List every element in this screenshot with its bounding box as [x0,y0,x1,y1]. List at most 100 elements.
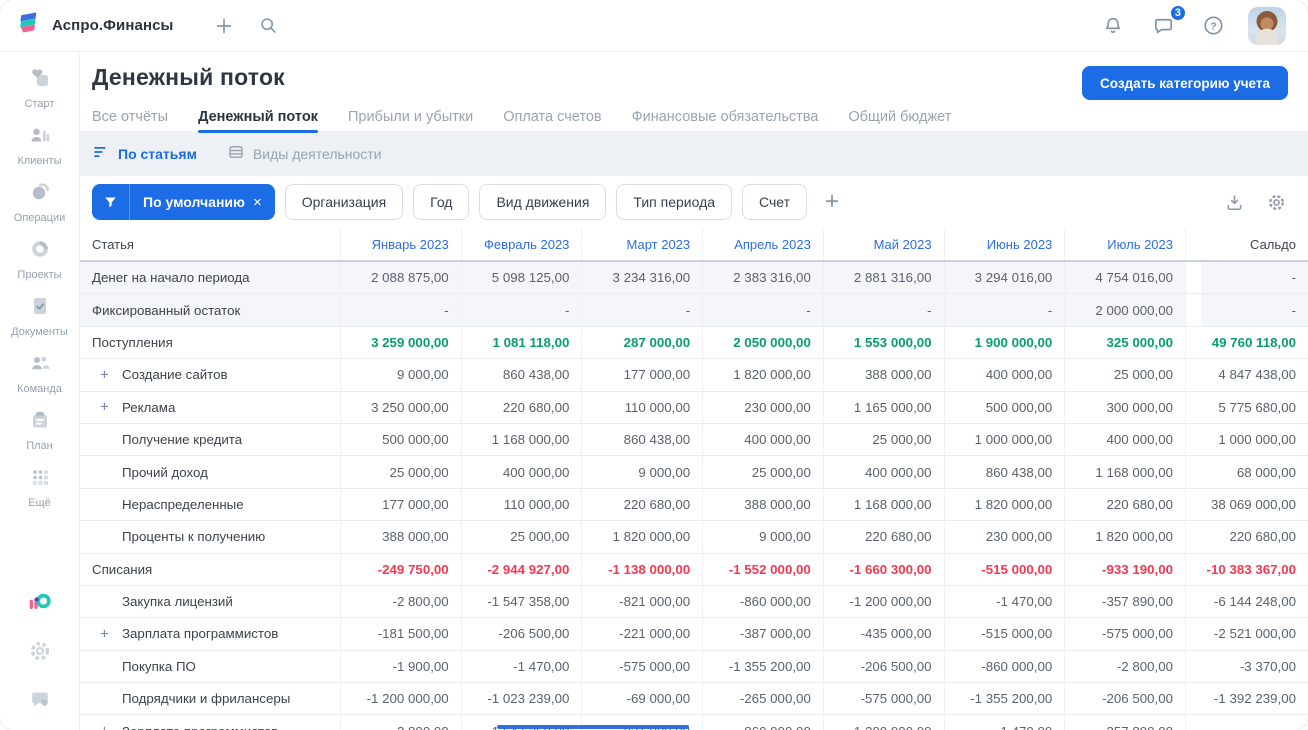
table-row[interactable]: + Создание сайтов 9 000,00 860 438,00 177 00… [80,359,1308,392]
value-cell: 1 900 000,00 [943,326,1065,359]
table-row[interactable]: + Реклама 3 250 000,00 220 680,00 110 000,00… [80,391,1308,424]
help-icon[interactable]: ? [1198,11,1228,41]
view-mode-1[interactable]: По статьям [92,143,197,164]
table-row[interactable]: + Зарплата программистов -181 500,00 -206 5… [80,618,1308,651]
table-row[interactable]: Фиксированный остаток - - - - - -2 000 000,00- [80,294,1308,327]
add-icon[interactable] [209,11,239,41]
settings-gear-icon[interactable] [27,638,53,664]
feedback-chat-icon[interactable] [27,686,53,712]
table-row[interactable]: Денег на начало периода 2 088 875,00 5 098… [80,262,1308,295]
expand-plus-icon[interactable]: + [100,367,109,382]
tab-6[interactable]: Общий бюджет [848,109,951,133]
filter-chip-4[interactable]: Тип периода [616,184,733,220]
column-header-1[interactable]: Январь 2023 [340,228,461,260]
table-settings-gear-icon[interactable] [1264,190,1288,214]
value-cell: 388 000,00 [702,488,823,521]
value-cell: -1 392 239,00 [1185,683,1308,715]
avatar[interactable] [1248,6,1286,45]
sidebar-item-6[interactable]: Команда [4,351,76,395]
value-cell: 1 553 000,00 [822,326,944,359]
value-cell: -2 800,00 [1064,650,1185,683]
table-row[interactable]: Прочий доход 25 000,00 400 000,00 9 000,00 2… [80,456,1308,489]
column-header-7[interactable]: Июль 2023 [1064,228,1185,260]
value-cell: - [460,294,582,326]
tab-4[interactable]: Оплата счетов [503,109,601,133]
value-cell: -1 470,00 [460,650,582,683]
tab-1[interactable]: Все отчёты [92,109,168,133]
sidebar-item-1[interactable]: Старт [4,66,76,110]
table-row[interactable]: Подрядчики и фрилансеры -1 200 000,00 -1 0… [80,683,1308,716]
filter-chip-3[interactable]: Вид движения [479,184,607,220]
sidebar-item-3[interactable]: Операции [4,180,76,224]
value-cell: 230 000,00 [943,521,1065,553]
value-cell: -221 000,00 [581,618,702,650]
default-filter-chip[interactable]: По умолчанию × [92,184,275,220]
value-cell: -1 138 000,00 [581,553,702,585]
column-header-5[interactable]: Май 2023 [822,228,944,260]
value-cell: 2 881 316,00 [822,262,944,294]
sidebar-item-7[interactable]: План [4,408,76,452]
value-cell: -860 000,00 [943,650,1065,683]
sidebar-item-label: Ещё [28,497,51,509]
row-label: Поступления [92,334,173,350]
value-cell: -3 370,00 [1185,650,1308,683]
table-row[interactable]: Закупка лицензий -2 800,00 -1 547 358,00 -8… [80,585,1308,619]
messages-chat-icon[interactable]: 3 [1148,3,1187,41]
value-cell: 3 234 316,00 [581,262,702,294]
notifications-bell-icon[interactable] [1098,11,1128,41]
value-cell: 38 069 000,00 [1185,488,1308,521]
column-header-2[interactable]: Февраль 2023 [460,228,582,260]
sidebar-item-5[interactable]: Документы [4,294,76,338]
value-cell: 3 250 000,00 [340,391,461,423]
sidebar-item-4[interactable]: Проекты [4,237,76,281]
table-row[interactable]: Нераспределенные 177 000,00 110 000,00 220 … [80,488,1308,522]
filter-chip-5[interactable]: Счет [742,184,808,220]
table-row[interactable]: Поступления 3 259 000,00 1 081 118,00 287 0… [80,326,1308,360]
view-mode-2[interactable]: Виды деятельности [227,143,382,164]
tab-3[interactable]: Прибыли и убытки [348,109,473,133]
table-row[interactable]: Получение кредита 500 000,00 1 168 000,00 8… [80,423,1308,457]
table-row[interactable]: Списания -249 750,00 -2 944 927,00 -1 138 0… [80,553,1308,586]
column-header-6[interactable]: Июнь 2023 [943,228,1065,260]
value-cell: 400 000,00 [460,456,582,488]
sidebar-item-2[interactable]: Клиенты [4,123,76,167]
filter-chip-1[interactable]: Организация [284,184,404,220]
value-cell: -515 000,00 [943,618,1065,650]
table-row[interactable]: +Зарплата программистов-2 800,00-1 547 3… [80,715,1308,730]
create-category-button[interactable]: Создать категорию учета [1082,66,1288,100]
value-cell: -206 500,00 [460,618,582,650]
value-cell: -2 800,00 [340,585,461,618]
filter-chip-2[interactable]: Год [413,184,470,220]
tab-2[interactable]: Денежный поток [198,109,318,133]
value-cell: 860 438,00 [581,423,702,456]
clear-filter-icon[interactable]: × [253,194,275,211]
value-cell: 2 088 875,00 [340,262,461,294]
download-icon[interactable] [1222,190,1246,214]
value-cell: 388 000,00 [340,521,461,553]
sidebar-item-8[interactable]: Ещё [4,465,76,509]
add-filter-icon[interactable]: + [821,190,843,214]
value-cell: -249 750,00 [340,553,461,585]
table-row[interactable]: Покупка ПО -1 900,00 -1 470,00 -575 000,00-… [80,650,1308,684]
column-header-8[interactable]: Сальдо [1185,228,1308,260]
value-cell: -206 500,00 [1064,683,1185,715]
aspro-logo-icon[interactable] [27,590,53,616]
value-cell: -387 000,00 [702,618,823,650]
value-cell: 2 050 000,00 [702,326,823,359]
tab-5[interactable]: Финансовые обязательства [632,109,819,133]
value-cell: -575 000,00 [822,683,944,715]
search-icon[interactable] [253,11,283,41]
horizontal-scrollbar[interactable] [497,725,689,729]
value-cell: -515 000,00 [943,553,1065,585]
brand[interactable]: Аспро.Финансы [16,10,173,41]
plan-icon [28,408,52,437]
expand-plus-icon[interactable]: + [100,626,109,641]
table-header-row: Статья Январь 2023 Февраль 2023 Март 2023 Ап… [80,228,1308,262]
table-row[interactable]: Проценты к получению 388 000,00 25 000,00 1… [80,521,1308,554]
value-cell: -933 190,00 [1064,553,1185,585]
expand-plus-icon[interactable]: + [100,400,109,415]
expand-plus-icon[interactable]: + [100,724,109,730]
column-header-3[interactable]: Март 2023 [581,228,702,260]
column-header-4[interactable]: Апрель 2023 [702,228,823,260]
more-icon [28,465,52,494]
